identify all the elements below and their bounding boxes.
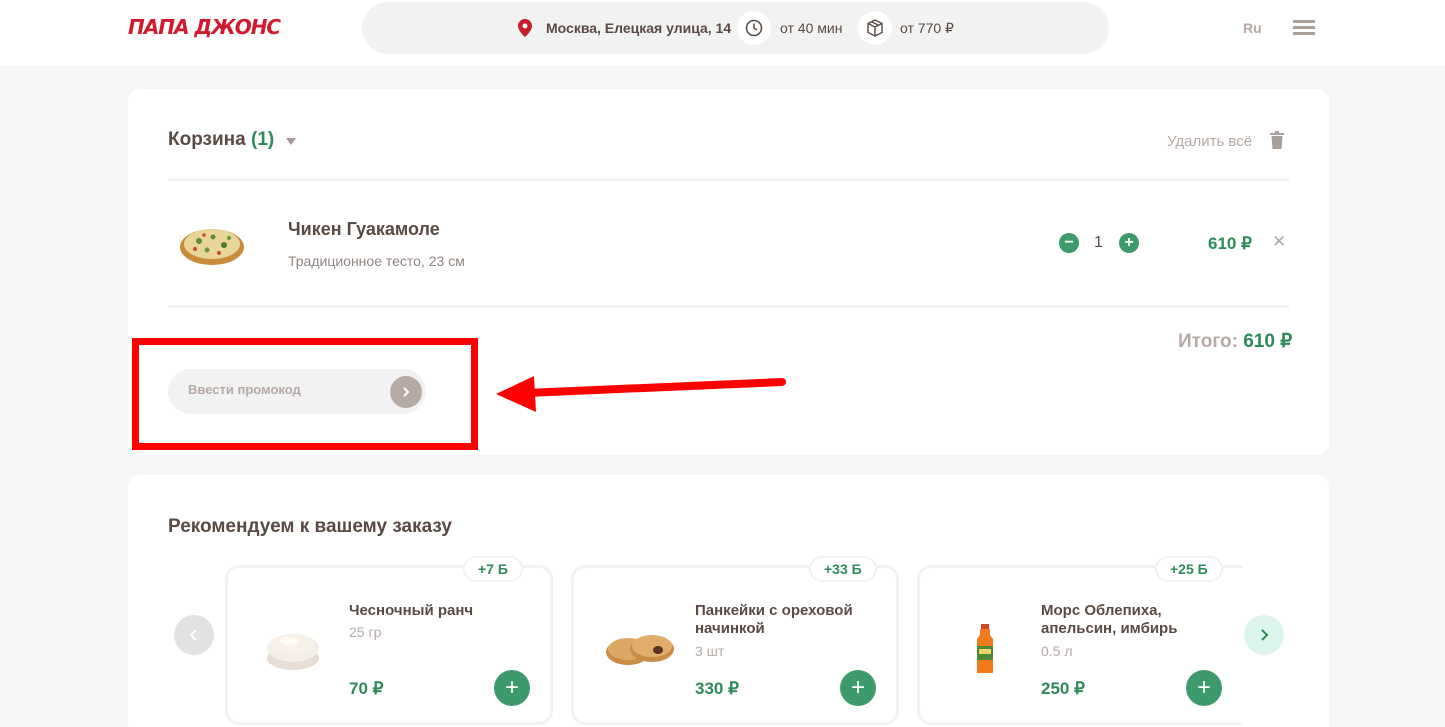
recommendation-price: 250 ₽: [1041, 679, 1085, 698]
cart-item-description: Традиционное тесто, 23 см: [288, 253, 465, 269]
recommendation-price: 330 ₽: [695, 679, 739, 698]
sauce-image: [267, 634, 319, 670]
min-order: от 770 ₽: [900, 20, 954, 36]
drink-bottle-image: [977, 624, 993, 673]
chevron-left-icon[interactable]: [174, 615, 214, 655]
recommendation-name: Чесночный ранч: [349, 602, 474, 619]
recommendations-title: Рекомендуем к вашему заказу: [168, 516, 452, 537]
language-switch[interactable]: Ru: [1243, 20, 1262, 36]
header: ПАПА ДЖОНС Москва, Елецкая улица, 14 от …: [0, 0, 1445, 66]
annotation-arrow: [496, 376, 786, 412]
recommendation-card[interactable]: +25 Б Морс Облепиха, апельсин, имбирь 0.…: [917, 556, 1243, 725]
recommendation-name: Морс Облепиха, апельсин, имбирь: [1041, 602, 1178, 637]
recommendation-size: 0.5 л: [1041, 643, 1073, 659]
cart-title: Корзина (1): [168, 129, 274, 151]
menu-icon[interactable]: [1293, 20, 1315, 36]
cart-title-label: Корзина: [168, 129, 246, 150]
recommendation-card[interactable]: +7 Б Чесночный ранч 25 гр 70 ₽ +: [225, 556, 553, 725]
recommendations-card: Рекомендуем к вашему заказу +7 Б Чесночн…: [128, 475, 1329, 727]
recommendation-size: 25 гр: [349, 624, 382, 640]
delivery-time: от 40 мин: [780, 20, 843, 36]
bonus-badge: +33 Б: [809, 556, 877, 582]
cart-item-name[interactable]: Чикен Гуакамоле: [288, 219, 440, 240]
bonus-badge: +7 Б: [463, 556, 523, 582]
delivery-info-bar[interactable]: Москва, Елецкая улица, 14 от 40 мин от 7…: [362, 2, 1109, 54]
cart-total: Итого: 610 ₽: [1178, 330, 1292, 353]
total-label: Итого:: [1178, 331, 1238, 352]
bonus-badge: +25 Б: [1155, 556, 1223, 582]
plus-icon[interactable]: +: [494, 670, 530, 706]
cart-item-price: 610 ₽: [1208, 234, 1252, 253]
pizza-image: [180, 229, 244, 265]
close-icon[interactable]: ✕: [1272, 232, 1286, 252]
recommendation-name: Панкейки с ореховой начинкой: [695, 602, 853, 637]
box-icon: [858, 11, 892, 45]
divider: [168, 305, 1289, 308]
recommendation-size: 3 шт: [695, 643, 725, 659]
cart-item-quantity: 1: [1094, 234, 1103, 251]
clock-icon: [737, 11, 771, 45]
annotation-highlight-box: [132, 338, 478, 450]
clear-cart-button[interactable]: Удалить всё: [1167, 133, 1252, 150]
delivery-address[interactable]: Москва, Елецкая улица, 14: [546, 20, 731, 36]
logo[interactable]: ПАПА ДЖОНС: [128, 15, 281, 39]
divider: [168, 178, 1289, 181]
recommendation-price: 70 ₽: [349, 679, 384, 698]
chevron-right-icon[interactable]: [1244, 615, 1284, 655]
plus-icon[interactable]: +: [1186, 670, 1222, 706]
total-value: 610 ₽: [1243, 331, 1293, 352]
trash-icon[interactable]: [1270, 131, 1284, 149]
location-pin-icon: [518, 19, 532, 37]
chevron-down-icon[interactable]: [286, 138, 296, 145]
plus-icon[interactable]: +: [840, 670, 876, 706]
pancakes-image: [606, 635, 674, 665]
decrease-quantity-button[interactable]: −: [1059, 233, 1079, 253]
increase-quantity-button[interactable]: +: [1119, 233, 1139, 253]
cart-count: (1): [251, 129, 275, 150]
recommendation-card[interactable]: +33 Б Панкейки с ореховой начинкой 3 шт …: [571, 556, 899, 725]
